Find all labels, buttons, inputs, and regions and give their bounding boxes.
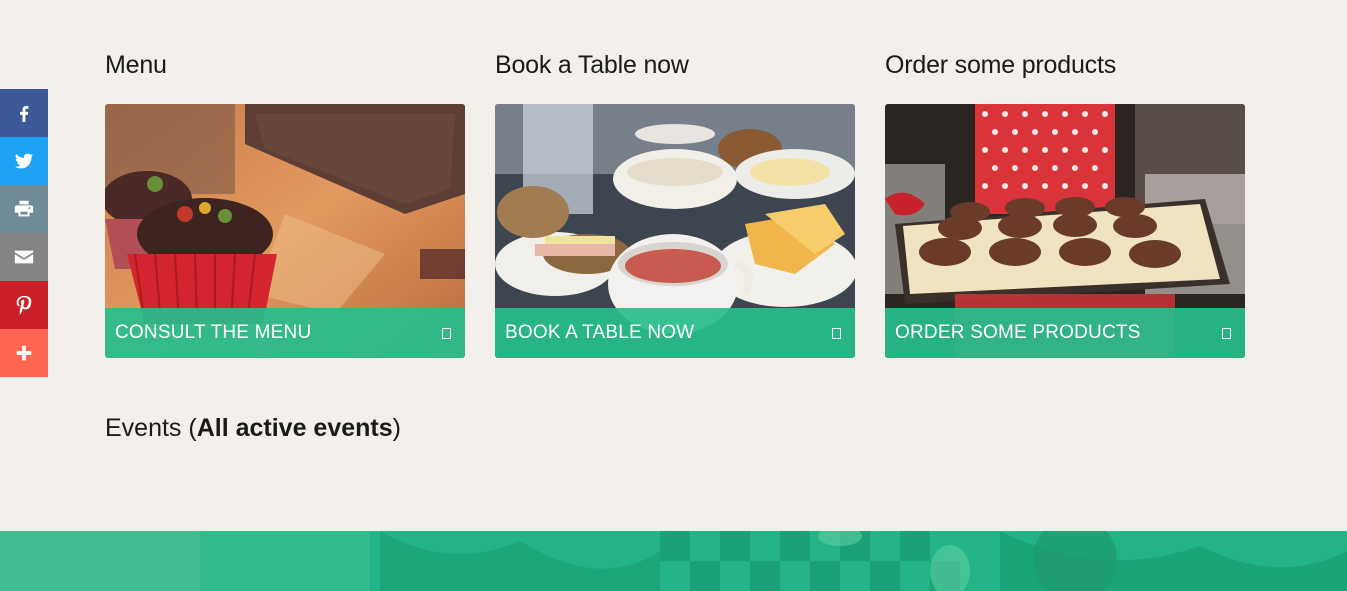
book-table-title: Book a Table now [495, 51, 689, 79]
share-twitter-button[interactable] [0, 137, 48, 185]
share-print-button[interactable] [0, 185, 48, 233]
menu-title: Menu [105, 51, 167, 79]
twitter-icon [14, 153, 34, 169]
plus-icon [16, 345, 32, 361]
share-pinterest-button[interactable] [0, 281, 48, 329]
external-link-icon [1222, 327, 1231, 339]
external-link-icon [442, 327, 451, 339]
facebook-icon [20, 105, 29, 123]
email-icon [14, 250, 34, 264]
events-prefix: Events ( [105, 414, 197, 442]
external-link-icon [832, 327, 841, 339]
share-more-button[interactable] [0, 329, 48, 377]
pinterest-icon [16, 295, 32, 315]
consult-menu-label: CONSULT THE MENU [115, 322, 312, 343]
share-facebook-button[interactable] [0, 89, 48, 137]
share-email-button[interactable] [0, 233, 48, 281]
book-table-card-footer: BOOK A TABLE NOW [495, 308, 855, 358]
footer-background-image [0, 531, 1347, 591]
social-share-bar [0, 89, 48, 377]
all-active-events-link[interactable]: All active events [197, 414, 393, 442]
order-products-title: Order some products [885, 51, 1117, 79]
events-suffix: ) [392, 414, 401, 442]
order-products-label: ORDER SOME PRODUCTS [895, 322, 1141, 343]
menu-card[interactable]: CONSULT THE MENU [105, 104, 465, 358]
events-heading: Events (All active events) [105, 414, 401, 443]
order-products-card[interactable]: ORDER SOME PRODUCTS [885, 104, 1245, 358]
book-table-label: BOOK A TABLE NOW [505, 322, 695, 343]
order-products-card-footer: ORDER SOME PRODUCTS [885, 308, 1245, 358]
footer-banner [0, 531, 1347, 591]
menu-card-footer: CONSULT THE MENU [105, 308, 465, 358]
book-table-card[interactable]: BOOK A TABLE NOW [495, 104, 855, 358]
print-icon [14, 200, 34, 217]
